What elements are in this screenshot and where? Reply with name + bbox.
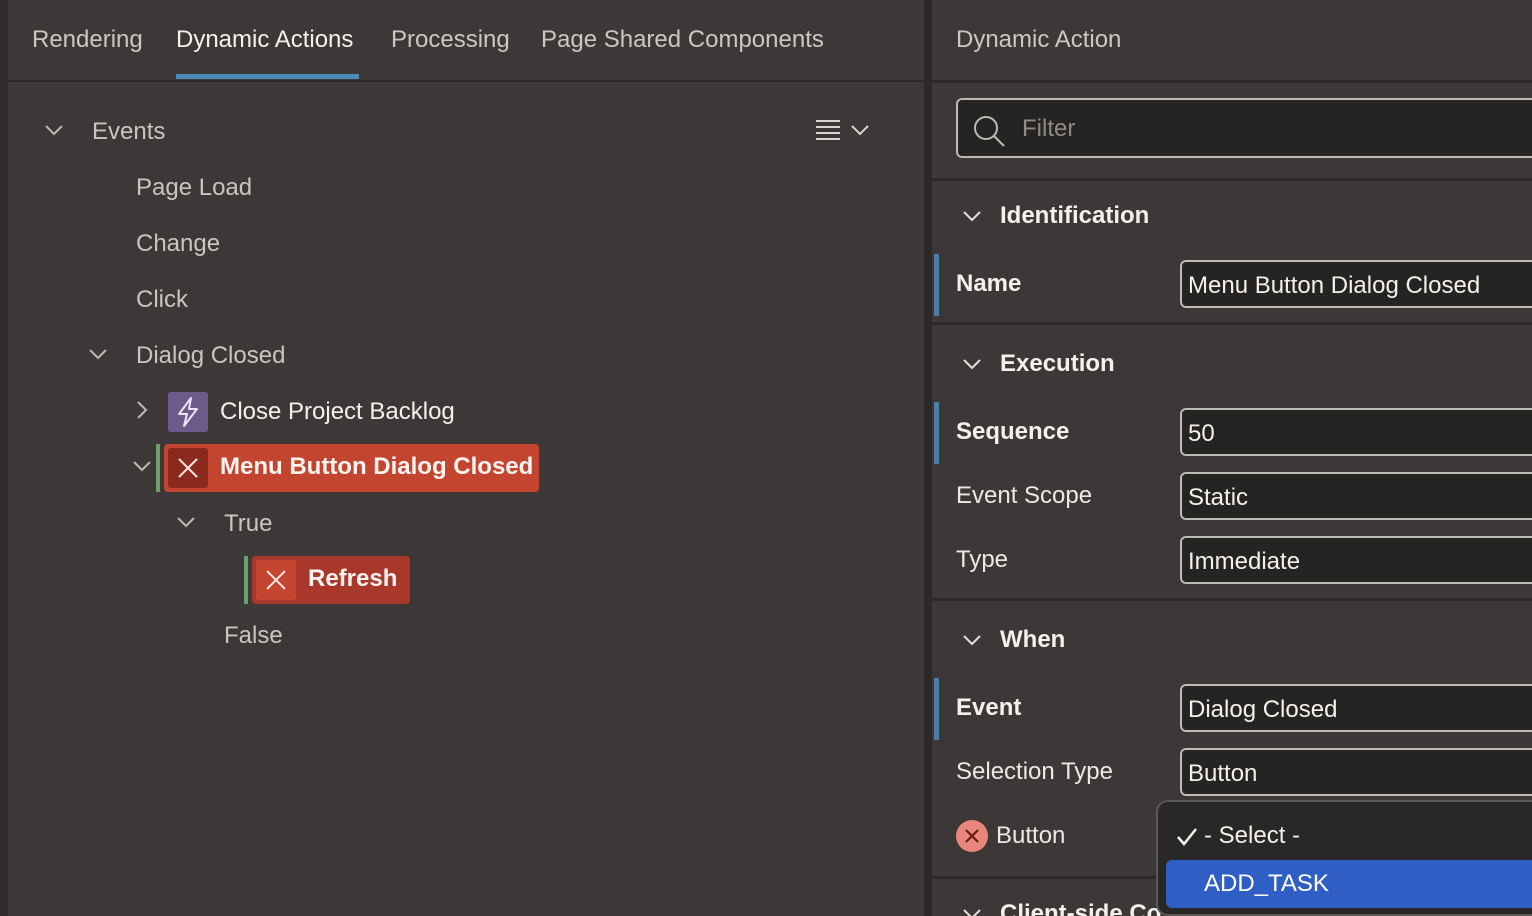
tree-node-false[interactable]: False — [224, 622, 283, 650]
tab-page-shared-components[interactable]: Page Shared Components — [541, 26, 824, 54]
dropdown-option-add-task-label: ADD_TASK — [1204, 870, 1329, 897]
section-heading: When — [1000, 626, 1066, 653]
tree-node-page-load[interactable]: Page Load — [136, 174, 252, 202]
section-heading: Execution — [1000, 350, 1115, 377]
selection-type-select[interactable]: Button — [1180, 748, 1532, 796]
chevron-down-icon — [960, 352, 984, 376]
filter-box — [956, 98, 1532, 158]
refresh-marker — [244, 556, 248, 604]
menu-button-dialog-closed-label: Menu Button Dialog Closed — [220, 453, 534, 480]
section-heading: Identification — [1000, 202, 1150, 229]
tree-node-click[interactable]: Click — [136, 286, 188, 314]
events-chevron-down-icon[interactable] — [42, 118, 66, 142]
selection-type-label: Selection Type — [956, 758, 1113, 785]
required-marker — [934, 254, 939, 316]
button-label: Button — [996, 822, 1066, 849]
tree-node-true[interactable]: True — [224, 510, 272, 538]
hamburger-menu-icon — [816, 120, 869, 140]
tree-node-menu-button-dialog-closed[interactable]: Menu Button Dialog Closed — [164, 444, 539, 492]
button-dropdown-list: - Select - ADD_TASK — [1156, 800, 1532, 916]
tree-node-dialog-closed[interactable]: Dialog Closed — [136, 342, 285, 370]
panel-title: Dynamic Action — [956, 26, 1122, 53]
property-editor: Dynamic Action Identification Name Menu … — [932, 0, 1532, 916]
tree-node-events[interactable]: Events — [92, 118, 165, 146]
chevron-down-icon — [960, 902, 984, 916]
event-scope-label: Event Scope — [956, 482, 1093, 509]
name-field[interactable]: Menu Button Dialog Closed — [1180, 260, 1532, 308]
error-x-icon — [168, 448, 208, 488]
dropdown-option-add-task[interactable]: ADD_TASK — [1166, 860, 1532, 908]
filter-input[interactable] — [1020, 112, 1524, 146]
type-select[interactable]: Immediate — [1180, 536, 1532, 584]
left-edge — [0, 0, 8, 916]
tab-bar: Rendering Dynamic Actions Processing Pag… — [8, 0, 924, 82]
dialog-closed-chevron-down-icon[interactable] — [86, 342, 110, 366]
left-panel: Rendering Dynamic Actions Processing Pag… — [0, 0, 924, 916]
tab-rendering[interactable]: Rendering — [32, 26, 143, 54]
tab-processing[interactable]: Processing — [391, 26, 510, 54]
dropdown-option-select[interactable]: - Select - — [1204, 822, 1300, 850]
tree-node-refresh[interactable]: Refresh — [252, 556, 410, 604]
refresh-label: Refresh — [308, 565, 398, 592]
sequence-label: Sequence — [956, 418, 1070, 445]
panel-splitter[interactable] — [924, 0, 932, 916]
chevron-down-icon — [960, 204, 984, 228]
checkmark-icon — [1177, 828, 1197, 846]
tab-dynamic-actions[interactable]: Dynamic Actions — [176, 26, 353, 54]
event-scope-select[interactable]: Static — [1180, 472, 1532, 520]
required-marker — [934, 402, 939, 464]
required-marker — [934, 678, 939, 740]
divider — [932, 322, 1532, 325]
lightning-icon — [168, 392, 208, 432]
search-icon — [974, 116, 1005, 147]
divider — [932, 598, 1532, 601]
true-branch-chevron-down-icon[interactable] — [174, 510, 198, 534]
close-project-backlog-chevron-right-icon[interactable] — [130, 398, 154, 422]
section-heading: Client-side Co — [1000, 900, 1162, 916]
event-select[interactable]: Dialog Closed — [1180, 684, 1532, 732]
error-x-icon — [256, 560, 296, 600]
type-label: Type — [956, 546, 1009, 573]
error-icon — [956, 820, 988, 852]
active-tab-indicator — [176, 74, 359, 79]
divider — [932, 178, 1532, 181]
event-label: Event — [956, 694, 1022, 721]
tree-node-close-project-backlog[interactable]: Close Project Backlog — [220, 398, 455, 426]
chevron-down-icon — [960, 628, 984, 652]
name-label: Name — [956, 270, 1022, 297]
selection-marker — [156, 444, 160, 492]
divider — [932, 80, 1532, 83]
sequence-field[interactable]: 50 — [1180, 408, 1532, 456]
tree-menu-button[interactable] — [814, 116, 874, 146]
tree-node-change[interactable]: Change — [136, 230, 220, 258]
menu-button-dialog-closed-chevron-down-icon[interactable] — [130, 454, 154, 478]
